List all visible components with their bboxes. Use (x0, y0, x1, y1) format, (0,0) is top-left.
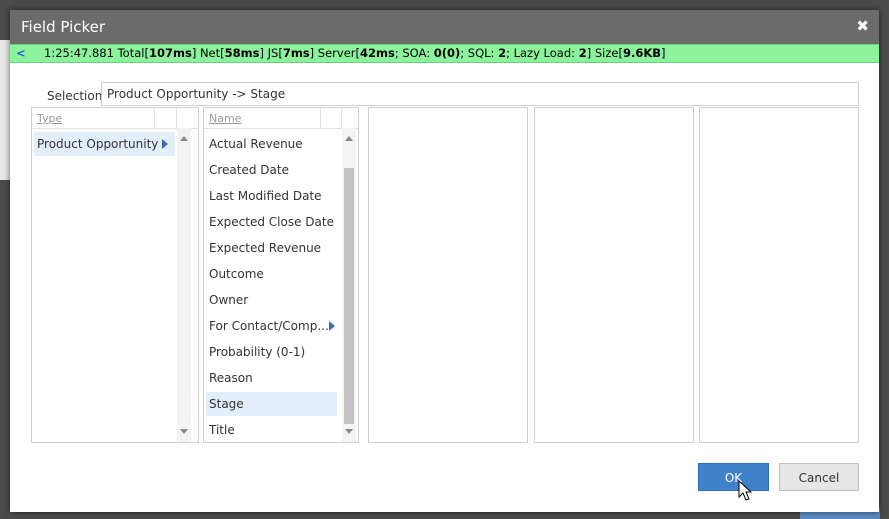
type-column: Type Product Opportunity (31, 107, 199, 443)
name-item-label: Expected Revenue (209, 241, 322, 255)
column-divider (154, 108, 155, 128)
name-column: Name Actual Revenue Created Date Last Mo… (203, 107, 359, 443)
perf-soa-label: ; SOA: (394, 46, 434, 60)
name-item-label: Stage (209, 397, 244, 411)
perf-total: 107ms (148, 46, 192, 60)
column-divider (341, 108, 342, 128)
empty-column-3 (368, 107, 528, 443)
background-page-edge (0, 40, 10, 180)
perf-time: 1:25:47.881 (44, 46, 114, 60)
perf-size-label: ] Size[ (586, 46, 623, 60)
name-item[interactable]: For Contact/Comp... (206, 314, 337, 338)
name-item[interactable]: Actual Revenue (206, 132, 337, 156)
perf-soa: 0(0) (433, 46, 461, 60)
name-item[interactable]: Title (206, 418, 337, 442)
perf-lazy: 2 (578, 46, 587, 60)
field-picker-dialog: Field Picker ✖ < 1:25:47.881 Total[107ms… (10, 10, 879, 512)
name-item[interactable]: Reason (206, 366, 337, 390)
perf-sql: 2 (498, 46, 507, 60)
expand-arrow-icon (329, 321, 335, 331)
name-item-label: Outcome (209, 267, 264, 281)
perf-size: 9.6KB (622, 46, 662, 60)
selection-label: Selection (47, 89, 103, 103)
perf-toggle-button[interactable]: < (16, 45, 26, 62)
dialog-title-bar: Field Picker ✖ (10, 10, 879, 44)
scroll-down-icon[interactable] (345, 429, 353, 434)
scroll-down-icon[interactable] (180, 429, 188, 434)
name-item[interactable]: Outcome (206, 262, 337, 286)
column-divider (176, 108, 177, 128)
name-item[interactable]: Last Modified Date (206, 184, 337, 208)
name-scrollbar[interactable] (342, 128, 356, 442)
column-divider (320, 108, 321, 128)
name-item-label: Last Modified Date (209, 189, 322, 203)
perf-total-label: Total[ (117, 46, 149, 60)
perf-server: 42ms (360, 46, 395, 60)
selection-value: Product Opportunity -> Stage (107, 87, 286, 101)
empty-column-4 (534, 107, 694, 443)
scrollbar-thumb[interactable] (344, 168, 354, 424)
mouse-cursor-icon (738, 480, 752, 501)
name-column-header[interactable]: Name (204, 108, 358, 129)
perf-net: 58ms (224, 46, 260, 60)
name-item[interactable]: Expected Close Date (206, 210, 337, 234)
name-item[interactable]: Probability (0-1) (206, 340, 337, 364)
name-item-stage[interactable]: Stage (206, 392, 337, 416)
cancel-button[interactable]: Cancel (779, 463, 859, 491)
perf-metrics: 1:25:47.881 Total[107ms] Net[58ms] JS[7m… (44, 45, 666, 62)
close-icon[interactable]: ✖ (856, 17, 869, 35)
type-item-product-opportunity[interactable]: Product Opportunity (34, 132, 175, 156)
name-item-label: Reason (209, 371, 253, 385)
perf-js-label: ] JS[ (259, 46, 283, 60)
performance-bar: < 1:25:47.881 Total[107ms] Net[58ms] JS[… (10, 44, 879, 63)
name-item-label: For Contact/Comp... (209, 319, 329, 333)
selection-field[interactable]: Product Opportunity -> Stage (101, 82, 859, 106)
name-item-label: Created Date (209, 163, 289, 177)
name-item-label: Title (209, 423, 235, 437)
perf-net-label: ] Net[ (191, 46, 225, 60)
type-header-label: Type (37, 112, 63, 125)
name-item-label: Owner (209, 293, 249, 307)
ok-button[interactable]: OK (698, 463, 769, 491)
name-item-label: Actual Revenue (209, 137, 303, 151)
name-item[interactable]: Expected Revenue (206, 236, 337, 260)
expand-arrow-icon (162, 139, 168, 149)
type-scrollbar[interactable] (177, 128, 191, 442)
perf-js: 7ms (282, 46, 310, 60)
name-header-label: Name (209, 112, 242, 125)
type-column-header[interactable]: Type (32, 108, 198, 129)
perf-sql-label: ; SQL: (460, 46, 499, 60)
name-item-label: Probability (0-1) (209, 345, 306, 359)
type-item-label: Product Opportunity (37, 137, 159, 151)
empty-column-5 (699, 107, 859, 443)
scroll-up-icon[interactable] (180, 136, 188, 141)
name-item[interactable]: Owner (206, 288, 337, 312)
scroll-up-icon[interactable] (345, 136, 353, 141)
perf-server-label: ] Server[ (309, 46, 360, 60)
perf-lazy-label: ; Lazy Load: (506, 46, 579, 60)
name-item[interactable]: Created Date (206, 158, 337, 182)
name-item-label: Expected Close Date (209, 215, 334, 229)
dialog-title: Field Picker (21, 18, 106, 36)
perf-end: ] (661, 46, 666, 60)
